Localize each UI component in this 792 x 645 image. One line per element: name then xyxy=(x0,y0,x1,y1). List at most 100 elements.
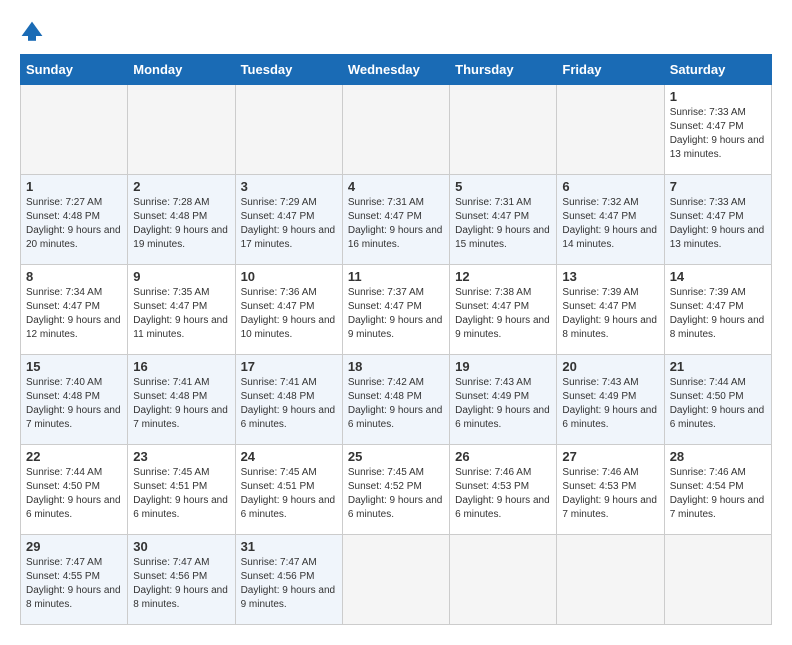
column-header-friday: Friday xyxy=(557,55,664,85)
day-cell: 28 Sunrise: 7:46 AM Sunset: 4:54 PM Dayl… xyxy=(664,445,771,535)
day-cell: 22 Sunrise: 7:44 AM Sunset: 4:50 PM Dayl… xyxy=(21,445,128,535)
day-cell: 6 Sunrise: 7:32 AM Sunset: 4:47 PM Dayli… xyxy=(557,175,664,265)
day-cell xyxy=(450,85,557,175)
day-number: 1 xyxy=(670,89,766,104)
day-info: Sunrise: 7:38 AM Sunset: 4:47 PM Dayligh… xyxy=(455,286,551,342)
day-cell xyxy=(664,535,771,625)
week-row-5: 22 Sunrise: 7:44 AM Sunset: 4:50 PM Dayl… xyxy=(21,445,772,535)
day-cell xyxy=(557,535,664,625)
day-number: 15 xyxy=(26,359,122,374)
day-cell: 12 Sunrise: 7:38 AM Sunset: 4:47 PM Dayl… xyxy=(450,265,557,355)
column-header-tuesday: Tuesday xyxy=(235,55,342,85)
day-cell: 13 Sunrise: 7:39 AM Sunset: 4:47 PM Dayl… xyxy=(557,265,664,355)
day-cell xyxy=(21,85,128,175)
day-cell xyxy=(557,85,664,175)
day-number: 20 xyxy=(562,359,658,374)
day-number: 8 xyxy=(26,269,122,284)
week-row-6: 29 Sunrise: 7:47 AM Sunset: 4:55 PM Dayl… xyxy=(21,535,772,625)
day-info: Sunrise: 7:36 AM Sunset: 4:47 PM Dayligh… xyxy=(241,286,337,342)
day-info: Sunrise: 7:40 AM Sunset: 4:48 PM Dayligh… xyxy=(26,376,122,432)
column-header-saturday: Saturday xyxy=(664,55,771,85)
day-cell xyxy=(128,85,235,175)
day-number: 13 xyxy=(562,269,658,284)
day-cell: 20 Sunrise: 7:43 AM Sunset: 4:49 PM Dayl… xyxy=(557,355,664,445)
day-info: Sunrise: 7:47 AM Sunset: 4:56 PM Dayligh… xyxy=(241,556,337,612)
day-info: Sunrise: 7:33 AM Sunset: 4:47 PM Dayligh… xyxy=(670,196,766,252)
day-number: 12 xyxy=(455,269,551,284)
column-header-wednesday: Wednesday xyxy=(342,55,449,85)
day-info: Sunrise: 7:46 AM Sunset: 4:53 PM Dayligh… xyxy=(455,466,551,522)
day-info: Sunrise: 7:44 AM Sunset: 4:50 PM Dayligh… xyxy=(670,376,766,432)
day-number: 22 xyxy=(26,449,122,464)
day-cell: 9 Sunrise: 7:35 AM Sunset: 4:47 PM Dayli… xyxy=(128,265,235,355)
day-number: 4 xyxy=(348,179,444,194)
day-number: 29 xyxy=(26,539,122,554)
day-cell: 18 Sunrise: 7:42 AM Sunset: 4:48 PM Dayl… xyxy=(342,355,449,445)
day-cell: 4 Sunrise: 7:31 AM Sunset: 4:47 PM Dayli… xyxy=(342,175,449,265)
page-header xyxy=(20,20,772,44)
day-number: 31 xyxy=(241,539,337,554)
day-info: Sunrise: 7:43 AM Sunset: 4:49 PM Dayligh… xyxy=(455,376,551,432)
day-info: Sunrise: 7:31 AM Sunset: 4:47 PM Dayligh… xyxy=(348,196,444,252)
day-cell: 23 Sunrise: 7:45 AM Sunset: 4:51 PM Dayl… xyxy=(128,445,235,535)
day-info: Sunrise: 7:31 AM Sunset: 4:47 PM Dayligh… xyxy=(455,196,551,252)
day-number: 18 xyxy=(348,359,444,374)
day-number: 3 xyxy=(241,179,337,194)
day-number: 17 xyxy=(241,359,337,374)
day-info: Sunrise: 7:29 AM Sunset: 4:47 PM Dayligh… xyxy=(241,196,337,252)
day-info: Sunrise: 7:45 AM Sunset: 4:51 PM Dayligh… xyxy=(241,466,337,522)
day-cell: 31 Sunrise: 7:47 AM Sunset: 4:56 PM Dayl… xyxy=(235,535,342,625)
day-cell: 3 Sunrise: 7:29 AM Sunset: 4:47 PM Dayli… xyxy=(235,175,342,265)
day-number: 1 xyxy=(26,179,122,194)
day-info: Sunrise: 7:45 AM Sunset: 4:51 PM Dayligh… xyxy=(133,466,229,522)
day-number: 7 xyxy=(670,179,766,194)
day-cell: 17 Sunrise: 7:41 AM Sunset: 4:48 PM Dayl… xyxy=(235,355,342,445)
day-info: Sunrise: 7:41 AM Sunset: 4:48 PM Dayligh… xyxy=(133,376,229,432)
day-number: 14 xyxy=(670,269,766,284)
day-cell: 1 Sunrise: 7:33 AM Sunset: 4:47 PM Dayli… xyxy=(664,85,771,175)
day-number: 27 xyxy=(562,449,658,464)
column-header-monday: Monday xyxy=(128,55,235,85)
day-cell: 8 Sunrise: 7:34 AM Sunset: 4:47 PM Dayli… xyxy=(21,265,128,355)
day-cell: 24 Sunrise: 7:45 AM Sunset: 4:51 PM Dayl… xyxy=(235,445,342,535)
day-number: 23 xyxy=(133,449,229,464)
day-info: Sunrise: 7:46 AM Sunset: 4:54 PM Dayligh… xyxy=(670,466,766,522)
day-cell: 29 Sunrise: 7:47 AM Sunset: 4:55 PM Dayl… xyxy=(21,535,128,625)
day-number: 6 xyxy=(562,179,658,194)
day-info: Sunrise: 7:45 AM Sunset: 4:52 PM Dayligh… xyxy=(348,466,444,522)
day-cell: 1 Sunrise: 7:27 AM Sunset: 4:48 PM Dayli… xyxy=(21,175,128,265)
calendar-table: SundayMondayTuesdayWednesdayThursdayFrid… xyxy=(20,54,772,625)
week-row-1: 1 Sunrise: 7:33 AM Sunset: 4:47 PM Dayli… xyxy=(21,85,772,175)
day-number: 2 xyxy=(133,179,229,194)
week-row-3: 8 Sunrise: 7:34 AM Sunset: 4:47 PM Dayli… xyxy=(21,265,772,355)
column-header-sunday: Sunday xyxy=(21,55,128,85)
day-cell: 7 Sunrise: 7:33 AM Sunset: 4:47 PM Dayli… xyxy=(664,175,771,265)
day-number: 9 xyxy=(133,269,229,284)
day-cell: 21 Sunrise: 7:44 AM Sunset: 4:50 PM Dayl… xyxy=(664,355,771,445)
day-cell: 27 Sunrise: 7:46 AM Sunset: 4:53 PM Dayl… xyxy=(557,445,664,535)
day-cell: 5 Sunrise: 7:31 AM Sunset: 4:47 PM Dayli… xyxy=(450,175,557,265)
day-number: 26 xyxy=(455,449,551,464)
day-cell: 14 Sunrise: 7:39 AM Sunset: 4:47 PM Dayl… xyxy=(664,265,771,355)
day-cell: 26 Sunrise: 7:46 AM Sunset: 4:53 PM Dayl… xyxy=(450,445,557,535)
day-number: 24 xyxy=(241,449,337,464)
day-cell: 30 Sunrise: 7:47 AM Sunset: 4:56 PM Dayl… xyxy=(128,535,235,625)
day-info: Sunrise: 7:37 AM Sunset: 4:47 PM Dayligh… xyxy=(348,286,444,342)
day-number: 30 xyxy=(133,539,229,554)
week-row-2: 1 Sunrise: 7:27 AM Sunset: 4:48 PM Dayli… xyxy=(21,175,772,265)
day-cell xyxy=(450,535,557,625)
day-number: 11 xyxy=(348,269,444,284)
day-number: 19 xyxy=(455,359,551,374)
day-number: 25 xyxy=(348,449,444,464)
day-cell: 19 Sunrise: 7:43 AM Sunset: 4:49 PM Dayl… xyxy=(450,355,557,445)
day-number: 21 xyxy=(670,359,766,374)
day-info: Sunrise: 7:43 AM Sunset: 4:49 PM Dayligh… xyxy=(562,376,658,432)
day-info: Sunrise: 7:42 AM Sunset: 4:48 PM Dayligh… xyxy=(348,376,444,432)
week-row-4: 15 Sunrise: 7:40 AM Sunset: 4:48 PM Dayl… xyxy=(21,355,772,445)
day-info: Sunrise: 7:46 AM Sunset: 4:53 PM Dayligh… xyxy=(562,466,658,522)
day-info: Sunrise: 7:32 AM Sunset: 4:47 PM Dayligh… xyxy=(562,196,658,252)
day-cell xyxy=(342,85,449,175)
logo xyxy=(20,20,48,44)
day-cell xyxy=(235,85,342,175)
day-info: Sunrise: 7:39 AM Sunset: 4:47 PM Dayligh… xyxy=(562,286,658,342)
